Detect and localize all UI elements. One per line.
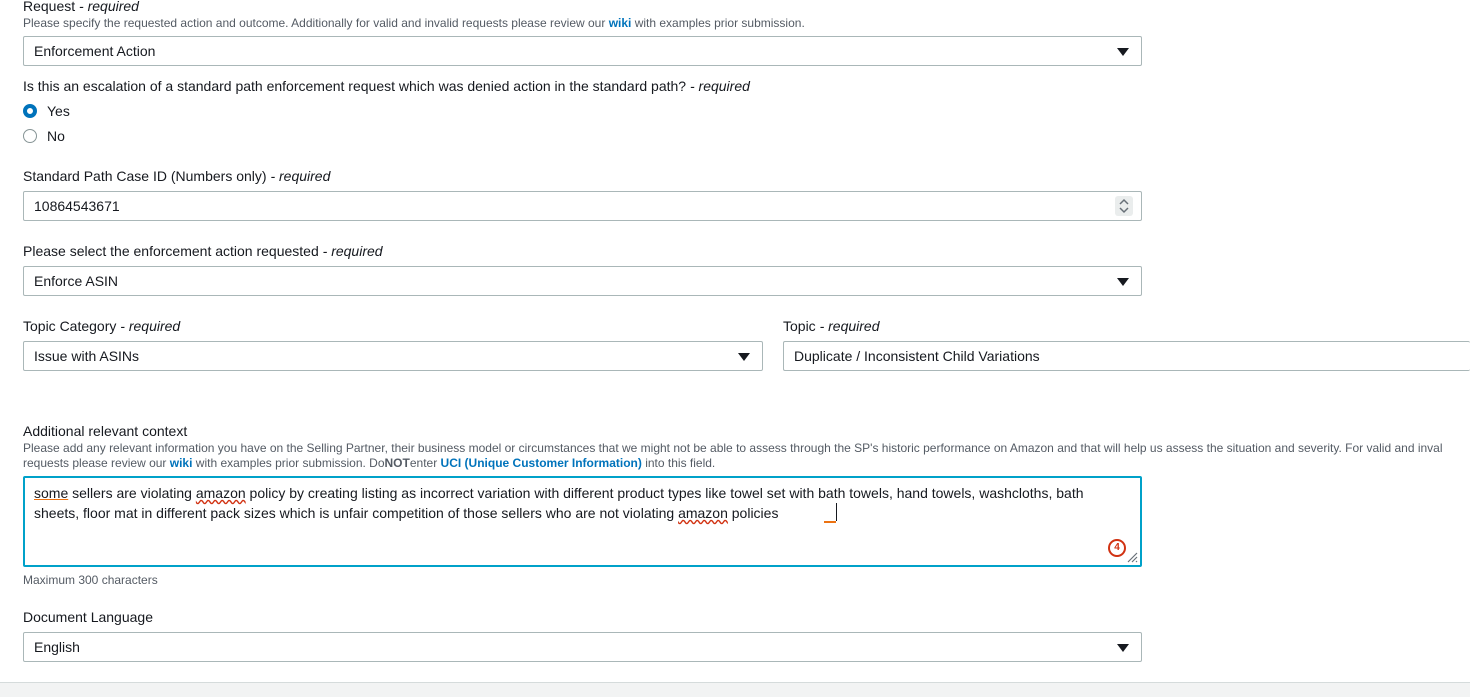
chevron-down-icon xyxy=(1117,48,1129,56)
language-value: English xyxy=(34,639,80,655)
context-hint-text: into this field. xyxy=(641,456,716,470)
context-textarea[interactable]: some sellers are violating amazon policy… xyxy=(23,476,1142,567)
radio-yes-label[interactable]: Yes xyxy=(47,103,70,119)
spell-error-word: amazon xyxy=(195,485,246,501)
escalation-question: Is this an escalation of a standard path… xyxy=(23,78,750,94)
required-marker: - required xyxy=(120,318,181,334)
context-hint-text: requests please review our xyxy=(23,456,170,470)
required-marker: - required xyxy=(689,78,750,94)
context-hint-not: NOT xyxy=(384,456,410,470)
radio-yes[interactable] xyxy=(23,104,37,118)
radio-no[interactable] xyxy=(23,129,37,143)
required-marker: - required xyxy=(79,0,139,14)
language-select[interactable]: English xyxy=(23,632,1142,662)
case-id-value: 10864543671 xyxy=(34,198,120,214)
chevron-down-icon xyxy=(738,353,750,361)
error-count-icon[interactable]: 4 xyxy=(1108,539,1126,557)
topic-category-label: Topic Category - required xyxy=(23,318,180,334)
enforcement-select-value: Enforce ASIN xyxy=(34,273,119,289)
request-label: Request - required xyxy=(23,0,139,14)
resize-handle-icon[interactable] xyxy=(1126,551,1138,563)
request-hint-text: Please specify the requested action and … xyxy=(23,16,609,30)
textarea-text-segment: policies xyxy=(727,505,779,521)
required-marker: - required xyxy=(819,318,880,334)
radio-no-label[interactable]: No xyxy=(47,128,65,144)
enforcement-select[interactable]: Enforce ASIN xyxy=(23,266,1142,296)
uci-link[interactable]: UCI (Unique Customer Information) xyxy=(441,456,642,470)
case-id-label-text: Standard Path Case ID (Numbers only) xyxy=(23,168,267,184)
spell-flag-marker xyxy=(824,503,837,523)
number-spinner-icon[interactable] xyxy=(1115,196,1133,216)
enforcement-label-text: Please select the enforcement action req… xyxy=(23,243,319,259)
topic-category-value: Issue with ASINs xyxy=(34,348,140,364)
spell-flag-word: some xyxy=(34,485,69,501)
request-hint-text-end: with examples prior submission. xyxy=(631,16,805,30)
topic-label-text: Topic xyxy=(783,318,816,334)
request-form-panel: Request - required Please specify the re… xyxy=(0,0,1470,683)
chevron-down-icon xyxy=(1117,278,1129,286)
case-id-input[interactable]: 10864543671 xyxy=(23,191,1142,221)
topic-category-label-text: Topic Category xyxy=(23,318,117,334)
text-cursor xyxy=(836,503,838,521)
wiki-link[interactable]: wiki xyxy=(609,16,632,30)
request-hint: Please specify the requested action and … xyxy=(23,16,805,31)
request-select[interactable]: Enforcement Action xyxy=(23,36,1142,66)
request-label-text: Request xyxy=(23,0,76,14)
textarea-text-segment: sellers are violating xyxy=(68,485,196,501)
topic-select[interactable]: Duplicate / Inconsistent Child Variation… xyxy=(783,341,1470,371)
chevron-down-icon xyxy=(1117,644,1129,652)
language-label: Document Language xyxy=(23,609,153,625)
context-hint-line2: requests please review our wiki with exa… xyxy=(23,456,715,471)
spinner-arrows xyxy=(1119,198,1129,214)
max-characters-note: Maximum 300 characters xyxy=(23,573,158,587)
context-label: Additional relevant context xyxy=(23,423,188,439)
request-select-value: Enforcement Action xyxy=(34,43,156,59)
context-hint-text: with examples prior submission. Do xyxy=(192,456,385,470)
context-textarea-text: some sellers are violating amazon policy… xyxy=(34,483,1129,523)
enforcement-label: Please select the enforcement action req… xyxy=(23,243,383,259)
case-id-label: Standard Path Case ID (Numbers only) - r… xyxy=(23,168,330,184)
topic-value: Duplicate / Inconsistent Child Variation… xyxy=(794,348,1040,364)
topic-label: Topic - required xyxy=(783,318,880,334)
context-hint-line1: Please add any relevant information you … xyxy=(23,441,1443,455)
context-hint-text: enter xyxy=(409,456,441,470)
spell-error-word: amazon xyxy=(678,505,728,521)
escalation-question-text: Is this an escalation of a standard path… xyxy=(23,78,687,94)
wiki-link[interactable]: wiki xyxy=(170,456,193,470)
required-marker: - required xyxy=(270,168,331,184)
topic-category-select[interactable]: Issue with ASINs xyxy=(23,341,763,371)
required-marker: - required xyxy=(322,243,383,259)
